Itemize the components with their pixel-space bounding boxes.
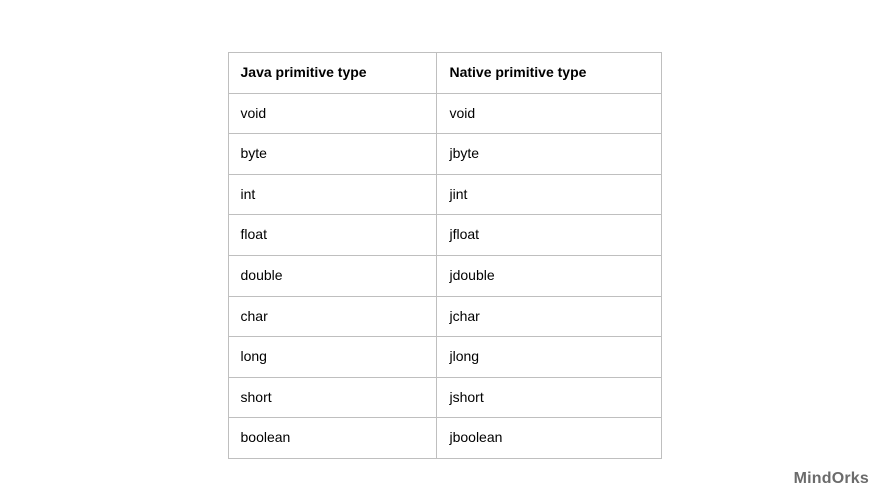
- table-header-row: Java primitive type Native primitive typ…: [228, 53, 661, 94]
- cell-native: jlong: [437, 337, 661, 378]
- cell-native: jdouble: [437, 255, 661, 296]
- table-row: int jint: [228, 174, 661, 215]
- table-row: long jlong: [228, 337, 661, 378]
- cell-java: float: [228, 215, 437, 256]
- table-row: boolean jboolean: [228, 418, 661, 459]
- cell-native: jint: [437, 174, 661, 215]
- cell-native: jshort: [437, 377, 661, 418]
- cell-native: jboolean: [437, 418, 661, 459]
- table-row: float jfloat: [228, 215, 661, 256]
- cell-java: short: [228, 377, 437, 418]
- cell-java: int: [228, 174, 437, 215]
- cell-java: byte: [228, 134, 437, 175]
- primitive-type-table-container: Java primitive type Native primitive typ…: [228, 52, 662, 459]
- brand-label: MindOrks: [794, 470, 869, 488]
- cell-java: double: [228, 255, 437, 296]
- cell-native: jchar: [437, 296, 661, 337]
- cell-native: jbyte: [437, 134, 661, 175]
- column-header-native: Native primitive type: [437, 53, 661, 94]
- table-row: char jchar: [228, 296, 661, 337]
- primitive-type-table: Java primitive type Native primitive typ…: [228, 52, 662, 459]
- cell-java: long: [228, 337, 437, 378]
- cell-java: boolean: [228, 418, 437, 459]
- cell-native: void: [437, 93, 661, 134]
- column-header-java: Java primitive type: [228, 53, 437, 94]
- cell-java: void: [228, 93, 437, 134]
- cell-java: char: [228, 296, 437, 337]
- cell-native: jfloat: [437, 215, 661, 256]
- table-row: short jshort: [228, 377, 661, 418]
- table-row: byte jbyte: [228, 134, 661, 175]
- table-row: void void: [228, 93, 661, 134]
- table-row: double jdouble: [228, 255, 661, 296]
